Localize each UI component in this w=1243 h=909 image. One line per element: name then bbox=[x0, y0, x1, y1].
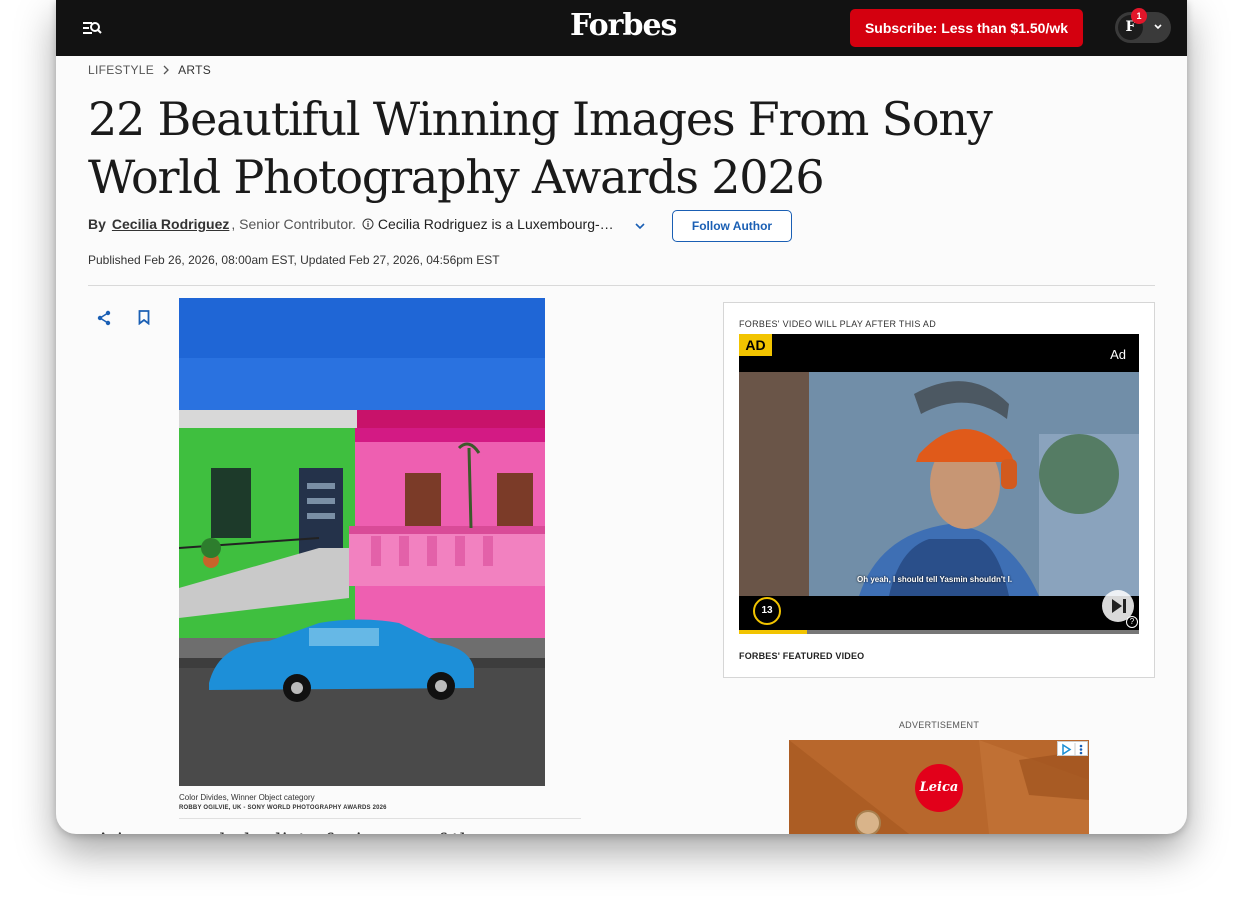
account-menu[interactable]: F 1 bbox=[1115, 8, 1171, 43]
video-ad-card: FORBES' VIDEO WILL PLAY AFTER THIS AD AD… bbox=[723, 302, 1155, 678]
ad-progress-fill bbox=[739, 630, 807, 634]
photo-caption: Color Divides, Winner Object category bbox=[179, 793, 315, 802]
video-notice: FORBES' VIDEO WILL PLAY AFTER THIS AD bbox=[739, 319, 937, 329]
publish-date: Published Feb 26, 2026, 08:00am EST, Upd… bbox=[88, 253, 500, 267]
chevron-down-icon[interactable] bbox=[633, 220, 647, 232]
browser-window: Forbes Subscribe: Less than $1.50/wk F 1… bbox=[56, 0, 1187, 834]
notification-badge: 1 bbox=[1131, 8, 1147, 24]
byline: By Cecilia Rodriguez , Senior Contributo… bbox=[88, 216, 614, 232]
featured-video-label: FORBES' FEATURED VIDEO bbox=[739, 651, 865, 661]
article-title: 22 Beautiful Winning Images From Sony Wo… bbox=[88, 92, 993, 204]
video-frame bbox=[739, 334, 1139, 630]
help-icon[interactable]: ? bbox=[1126, 616, 1138, 628]
caption-divider bbox=[179, 818, 581, 819]
ad-progress-bar bbox=[739, 630, 1139, 634]
leica-ad[interactable]: Leica bbox=[789, 740, 1089, 834]
ad-tag: AD bbox=[739, 334, 772, 356]
chevron-right-icon bbox=[163, 65, 169, 75]
follow-author-button[interactable]: Follow Author bbox=[672, 210, 792, 242]
photo-credit: ROBBY OGILVIE, UK - SONY WORLD PHOTOGRAP… bbox=[179, 805, 387, 811]
video-player[interactable]: AD Ad Oh yeah, I should tell Yasmin shou… bbox=[739, 334, 1139, 634]
ad-countdown: 13 bbox=[753, 597, 781, 625]
advertisement-label: ADVERTISEMENT bbox=[898, 720, 980, 730]
article-body: A jury revealed a list of winners of the… bbox=[96, 826, 576, 834]
video-subtitle: Oh yeah, I should tell Yasmin shouldn't … bbox=[857, 575, 1013, 584]
chevron-down-icon bbox=[1154, 24, 1162, 30]
author-bio: Cecilia Rodriguez is a Luxembourg-based … bbox=[377, 216, 614, 232]
forbes-logo[interactable]: Forbes bbox=[570, 8, 677, 43]
subscribe-button[interactable]: Subscribe: Less than $1.50/wk bbox=[850, 9, 1083, 47]
breadcrumb-lifestyle[interactable]: LIFESTYLE bbox=[88, 63, 154, 77]
ad-label: Ad bbox=[1110, 347, 1126, 362]
divider bbox=[88, 285, 1155, 286]
breadcrumb-arts[interactable]: ARTS bbox=[178, 63, 211, 77]
bookmark-icon[interactable] bbox=[138, 310, 150, 325]
adchoices-icon-shape bbox=[1062, 743, 1083, 756]
share-icon[interactable] bbox=[96, 310, 112, 326]
menu-search-icon[interactable] bbox=[80, 17, 104, 39]
byline-prefix: By bbox=[88, 216, 106, 232]
info-icon bbox=[362, 218, 374, 230]
article-photo[interactable] bbox=[179, 298, 545, 786]
leica-logo: Leica bbox=[915, 764, 963, 812]
author-link[interactable]: Cecilia Rodriguez bbox=[112, 216, 229, 232]
adchoices-icon[interactable] bbox=[1057, 741, 1088, 756]
author-role: , Senior Contributor. bbox=[231, 216, 356, 232]
coat-button bbox=[855, 810, 881, 834]
breadcrumb: LIFESTYLE ARTS bbox=[88, 63, 211, 77]
site-header: Forbes Subscribe: Less than $1.50/wk F 1 bbox=[56, 0, 1187, 56]
